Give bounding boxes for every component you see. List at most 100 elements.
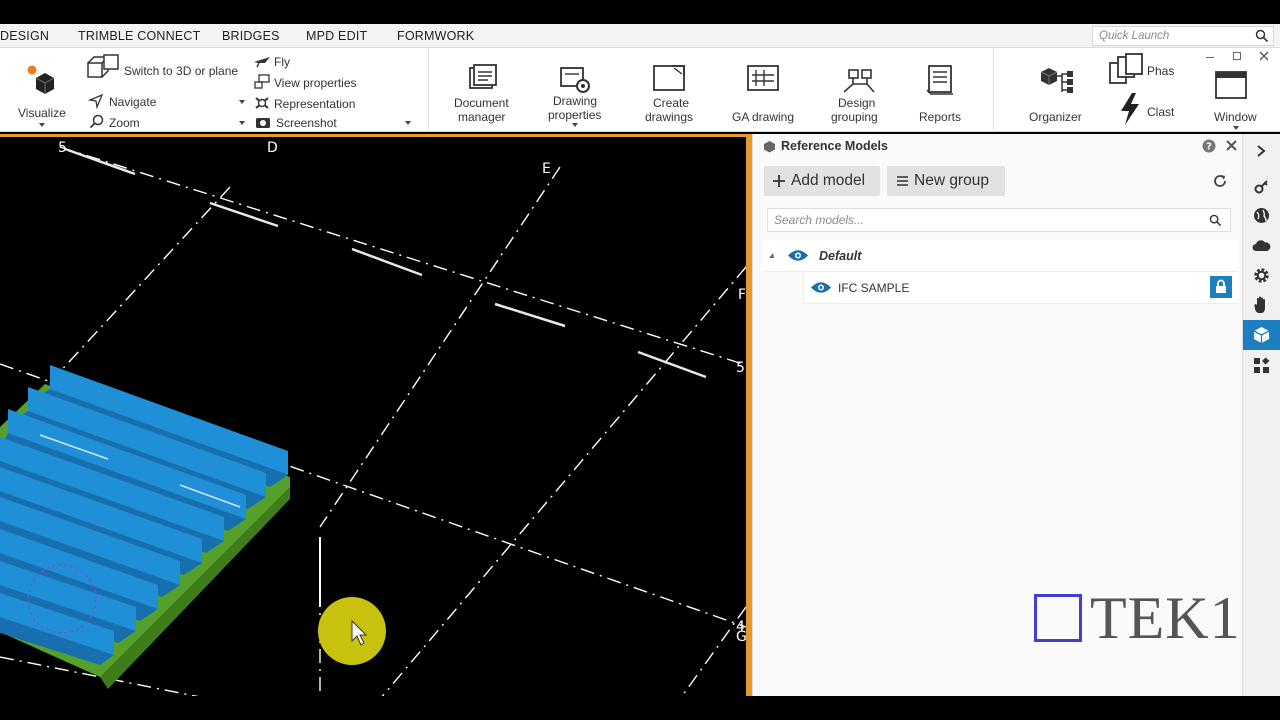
menu-tab-bar: DESIGN TRIMBLE CONNECT BRIDGES MPD EDIT … [0,24,1280,48]
eye-icon[interactable] [810,281,832,294]
tab-mpd-edit[interactable]: MPD EDIT [306,29,367,43]
tekla-app-window: DESIGN TRIMBLE CONNECT BRIDGES MPD EDIT … [0,0,1280,720]
document-manager-label-line1: Document [454,96,509,110]
reference-model-tree: Default IFC SAMPLE [763,240,1241,304]
layout-icon[interactable] [1243,350,1280,380]
tab-formwork[interactable]: FORMWORK [397,29,474,43]
fly-icon [254,57,270,68]
document-manager-label-line2: manager [458,110,506,124]
clash-check-button[interactable]: Clast [1147,105,1174,119]
new-group-label: New group [914,172,989,189]
view-properties-icon [254,74,270,89]
collapse-triangle-icon[interactable] [769,253,774,258]
drawing-properties-label-line2: properties [548,108,602,122]
screenshot-button[interactable]: Screenshot [276,116,337,130]
reports-button[interactable]: Reports [913,60,969,126]
minimize-icon[interactable] [1206,57,1214,58]
ribbon: Visualize Switch to 3D or plane Navigate… [0,48,1280,132]
hand-icon[interactable] [1243,290,1280,320]
cube-icon[interactable] [1243,320,1280,350]
design-grouping-label-line2: grouping [831,110,878,124]
create-drawings-label-line2: drawings [645,110,694,124]
reference-models-icon [764,141,775,153]
grid-label: F [738,287,746,303]
grid-label: 5 [58,140,67,156]
design-grouping-button[interactable]: Design grouping [828,60,888,126]
navigate-dropdown-icon[interactable] [239,100,245,104]
ga-drawing-button[interactable]: GA drawing [728,60,800,126]
refresh-icon[interactable] [1213,174,1227,188]
tree-group-row[interactable]: Default [763,240,1239,272]
clash-check-icon [1121,93,1139,125]
document-manager-button[interactable]: Document manager [447,60,517,126]
tab-design[interactable]: DESIGN [0,29,49,43]
drawing-properties-label-line1: Drawing [553,94,598,108]
model-scene [0,146,746,696]
screenshot-dropdown-icon[interactable] [405,121,411,125]
representation-button[interactable]: Representation [274,97,355,111]
add-model-button[interactable]: Add model [764,166,880,196]
help-icon[interactable]: ? [1202,139,1216,153]
switch-3d-button[interactable]: Switch to 3D or plane [124,64,238,78]
model-viewport[interactable]: 5 D E F 5 4 G [0,134,746,696]
search-models-input[interactable]: Search models... [767,208,1231,232]
model-name: IFC SAMPLE [838,281,910,295]
key-settings-icon[interactable] [1243,171,1280,201]
window-icon [1215,71,1247,99]
tree-model-row[interactable]: IFC SAMPLE [803,272,1239,304]
top-band [0,0,1280,24]
tab-trimble-connect[interactable]: TRIMBLE CONNECT [78,29,200,43]
visualize-button[interactable]: Visualize [10,58,74,130]
view-properties-button[interactable]: View properties [274,76,357,90]
globe-icon[interactable] [1243,200,1280,230]
eye-icon[interactable] [787,249,809,262]
panel-header: Reference Models ? [753,134,1243,158]
new-group-button[interactable]: New group [887,166,1005,196]
close-icon[interactable] [1225,139,1238,152]
chevron-down-icon [39,123,45,127]
logo-square-icon [1034,594,1082,642]
grid-label: E [542,161,551,177]
grid-label: G [736,629,746,645]
gear-icon[interactable] [1243,260,1280,290]
svg-text:?: ? [1206,142,1212,153]
create-drawings-button[interactable]: Create drawings [640,60,700,126]
ga-drawing-icon [747,65,779,91]
navigate-button[interactable]: Navigate [109,95,156,109]
navigate-icon [88,93,104,109]
restore-icon[interactable] [1233,52,1241,60]
cloud-icon[interactable] [1243,230,1280,260]
search-icon [1255,29,1269,43]
zoom-icon [89,114,104,129]
create-drawings-label-line1: Create [653,96,690,110]
phase-manager-button[interactable]: Phas [1147,64,1174,78]
document-manager-icon [469,64,497,89]
lock-icon [1216,279,1226,293]
chevron-right-icon[interactable] [1243,136,1280,166]
ribbon-separator [993,48,994,130]
zoom-dropdown-icon[interactable] [239,121,245,125]
lock-button[interactable] [1210,276,1232,298]
ga-drawing-label: GA drawing [732,110,795,124]
drawing-properties-icon [560,67,590,93]
window-dropdown-icon [1233,126,1239,130]
window-label: Window [1214,110,1257,124]
window-button[interactable]: Window [1208,60,1268,130]
zoom-button[interactable]: Zoom [109,116,140,130]
reports-icon [926,65,953,95]
organizer-icon [1040,68,1073,93]
group-name: Default [819,249,862,263]
visualize-label: Visualize [18,106,66,120]
drawing-properties-dropdown-icon [572,123,578,127]
fly-button[interactable]: Fly [274,55,290,69]
search-icon [1209,214,1222,227]
grid-label: D [267,140,278,156]
organizer-button[interactable]: Organizer [1024,60,1090,126]
reports-label: Reports [919,110,962,124]
tab-bridges[interactable]: BRIDGES [222,29,280,43]
design-grouping-label-line1: Design [838,96,876,110]
quick-launch-input[interactable]: Quick Launch [1092,26,1274,46]
close-window-icon[interactable] [1259,51,1269,61]
list-icon [897,176,908,186]
drawing-properties-button[interactable]: Drawing properties [545,60,609,130]
